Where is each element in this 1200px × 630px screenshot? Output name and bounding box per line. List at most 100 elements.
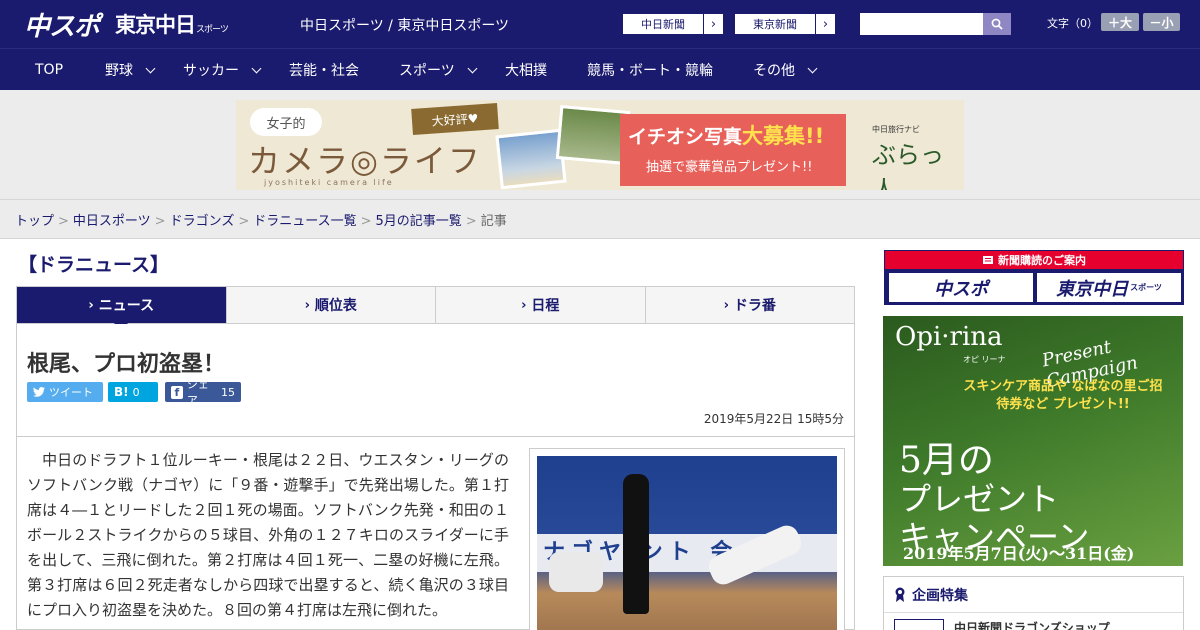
ad-big-b: プレゼント	[899, 480, 1060, 518]
nav-label: 大相撲	[505, 63, 547, 79]
site-logo[interactable]: 中スポ 東京中日スポーツ	[24, 8, 229, 42]
feature-item[interactable]: 中日新聞ドラゴンズショップ	[894, 619, 1110, 630]
chevron-down-icon	[251, 63, 262, 73]
banner-subline: 抽選で豪華賞品プレゼント!!	[646, 160, 813, 175]
camera-life-banner[interactable]: 女子的 カメラ◎ライフ jyoshiteki camera life 大好評♥ …	[236, 100, 964, 190]
ad-brand-small: オピ リーナ	[963, 355, 1006, 364]
nav-item-entertainment[interactable]: 芸能・社会	[289, 49, 359, 91]
tab-standings[interactable]: › 順位表	[227, 287, 436, 323]
nav-item-other[interactable]: その他	[753, 49, 818, 91]
nav-label: スポーツ	[399, 63, 455, 79]
subscribe-tokyo-small: スポーツ	[1130, 283, 1162, 292]
ad-date: 2019年5月7日(火)〜31日(金)	[903, 544, 1135, 563]
article-photo[interactable]: ナゴヤ ント 会	[537, 456, 837, 630]
bura-bito-text: ぶらっ人	[872, 141, 944, 190]
opirina-campaign-ad[interactable]: Opi·rina オピ リーナ Present Campaign スキンケア商品…	[883, 316, 1183, 566]
newspaper-icon	[983, 256, 993, 264]
subscribe-tokyo-button[interactable]: 東京中日 スポーツ	[1037, 273, 1181, 302]
breadcrumb-separator: >	[238, 214, 250, 229]
logo-tokyo-chunichi: 東京中日スポーツ	[115, 9, 229, 39]
font-larger-button[interactable]: ＋大	[1101, 13, 1139, 31]
search-input[interactable]	[860, 13, 983, 35]
tab-bar: › ニュース › 順位表 › 日程 › ドラ番	[16, 286, 855, 331]
article-header: 根尾、プロ初盗塁！ ツイート B! 0 f シェア 15 2019年5月22日 …	[17, 324, 854, 437]
breadcrumb-separator: >	[360, 214, 372, 229]
breadcrumb-item[interactable]: ドラゴンズ	[170, 214, 235, 229]
site-links[interactable]: 中日スポーツ / 東京中日スポーツ	[300, 15, 509, 35]
photo-fielder	[549, 552, 603, 592]
facebook-label: シェア	[186, 378, 209, 407]
logo-sub-small: スポーツ	[196, 25, 229, 35]
banner-area: 女子的 カメラ◎ライフ jyoshiteki camera life 大好評♥ …	[0, 90, 1200, 200]
nav-item-sumo[interactable]: 大相撲	[505, 49, 547, 91]
banner-headline: イチオシ写真大募集!!	[628, 120, 824, 150]
nav-label: 競馬・ボート・競輪	[587, 63, 713, 79]
nav-label: TOP	[35, 62, 64, 78]
breadcrumb-separator: >	[58, 214, 69, 229]
banner-red-panel: イチオシ写真大募集!! 抽選で豪華賞品プレゼント!!	[620, 114, 846, 186]
breadcrumb-item[interactable]: 中日スポーツ	[73, 214, 151, 229]
breadcrumb-item[interactable]: トップ	[15, 214, 54, 229]
banner-photo-seagulls	[495, 128, 567, 190]
feature-item-label: 中日新聞ドラゴンズショップ	[954, 621, 1110, 630]
ad-big-text: 5月の プレゼント キャンペーン	[899, 440, 1089, 557]
feature-box: 企画特集 中日新聞ドラゴンズショップ	[883, 576, 1184, 630]
tab-news[interactable]: › ニュース	[17, 287, 227, 331]
breadcrumb-item[interactable]: ドラニュース一覧	[253, 214, 356, 229]
feature-thumbnail	[894, 619, 944, 630]
chevron-right-icon: ›	[815, 14, 835, 34]
nav-item-sports[interactable]: スポーツ	[399, 49, 478, 91]
ribbon-icon	[895, 587, 905, 602]
chevron-right-icon: ›	[723, 297, 729, 313]
nav-label: その他	[753, 63, 795, 79]
ad-big-a: 5月の	[899, 440, 994, 481]
main-nav: TOP 野球 サッカー 芸能・社会 スポーツ 大相撲 競馬・ボート・競輪 その他	[0, 48, 1200, 90]
hatena-bookmark-button[interactable]: B! 0	[108, 382, 158, 402]
article-photo-frame: ナゴヤ ント 会	[529, 448, 845, 630]
nav-label: サッカー	[183, 63, 239, 79]
paper-button-label: 東京新聞	[753, 18, 797, 31]
nav-label: 芸能・社会	[289, 63, 359, 79]
feature-head-label: 企画特集	[912, 587, 968, 604]
facebook-count: 15	[221, 385, 235, 399]
article-title: 根尾、プロ初盗塁！	[27, 352, 226, 377]
tab-label: ニュース	[98, 298, 155, 314]
chevron-down-icon	[807, 63, 818, 73]
font-smaller-button[interactable]: －小	[1143, 13, 1180, 31]
hatena-count: 0	[132, 385, 140, 399]
site-header: 中スポ 東京中日スポーツ 中日スポーツ / 東京中日スポーツ 中日新聞 › 東京…	[0, 0, 1200, 48]
paper-button-label: 中日新聞	[641, 18, 685, 31]
nav-label: 野球	[105, 63, 133, 79]
breadcrumb: トップ > 中日スポーツ > ドラゴンズ > ドラニュース一覧 >5月の記事一覧 > 記事	[15, 210, 507, 229]
tweet-button[interactable]: ツイート	[27, 382, 103, 402]
twitter-icon	[33, 387, 45, 397]
search-button[interactable]	[983, 13, 1011, 35]
facebook-share-button[interactable]: f シェア 15	[165, 378, 241, 407]
subscribe-chuspo-button[interactable]: 中スポ	[889, 273, 1033, 302]
breadcrumb-current: 記事	[480, 214, 507, 229]
chunichi-shimbun-button[interactable]: 中日新聞 ›	[622, 13, 724, 35]
subscribe-tokyo-label: 東京中日	[1056, 278, 1129, 300]
chevron-down-icon	[467, 63, 478, 73]
nav-item-top[interactable]: TOP	[35, 49, 63, 91]
tab-label: 順位表	[314, 298, 357, 314]
chevron-down-icon	[145, 63, 156, 73]
nav-item-baseball[interactable]: 野球	[105, 49, 156, 91]
breadcrumb-item[interactable]: 5月の記事一覧	[376, 214, 462, 229]
tab-schedule[interactable]: › 日程	[436, 287, 646, 323]
tokyo-shimbun-button[interactable]: 東京新聞 ›	[734, 13, 836, 35]
nav-item-racing[interactable]: 競馬・ボート・競輪	[587, 49, 713, 91]
nav-item-soccer[interactable]: サッカー	[183, 49, 262, 91]
chevron-right-icon: ›	[521, 297, 527, 313]
ad-yellow-text: スキンケア商品や なばなの里ご招待券など プレゼント!!	[963, 379, 1163, 412]
bura-bito-small: 中日旅行ナビ	[872, 125, 920, 134]
subscription-box: 新聞購読のご案内 中スポ 東京中日 スポーツ	[884, 250, 1184, 305]
ad-brand: Opi·rina	[895, 322, 1003, 352]
banner-headline-a: イチオシ写真	[628, 126, 743, 148]
breadcrumb-separator: >	[154, 214, 166, 229]
logo-sub-text: 東京中日	[115, 13, 196, 37]
tab-reporter[interactable]: › ドラ番	[646, 287, 855, 323]
search-icon	[991, 18, 1003, 30]
article-date: 2019年5月22日 15時5分	[703, 412, 844, 426]
banner-title: カメラ◎ライフ	[248, 142, 482, 180]
